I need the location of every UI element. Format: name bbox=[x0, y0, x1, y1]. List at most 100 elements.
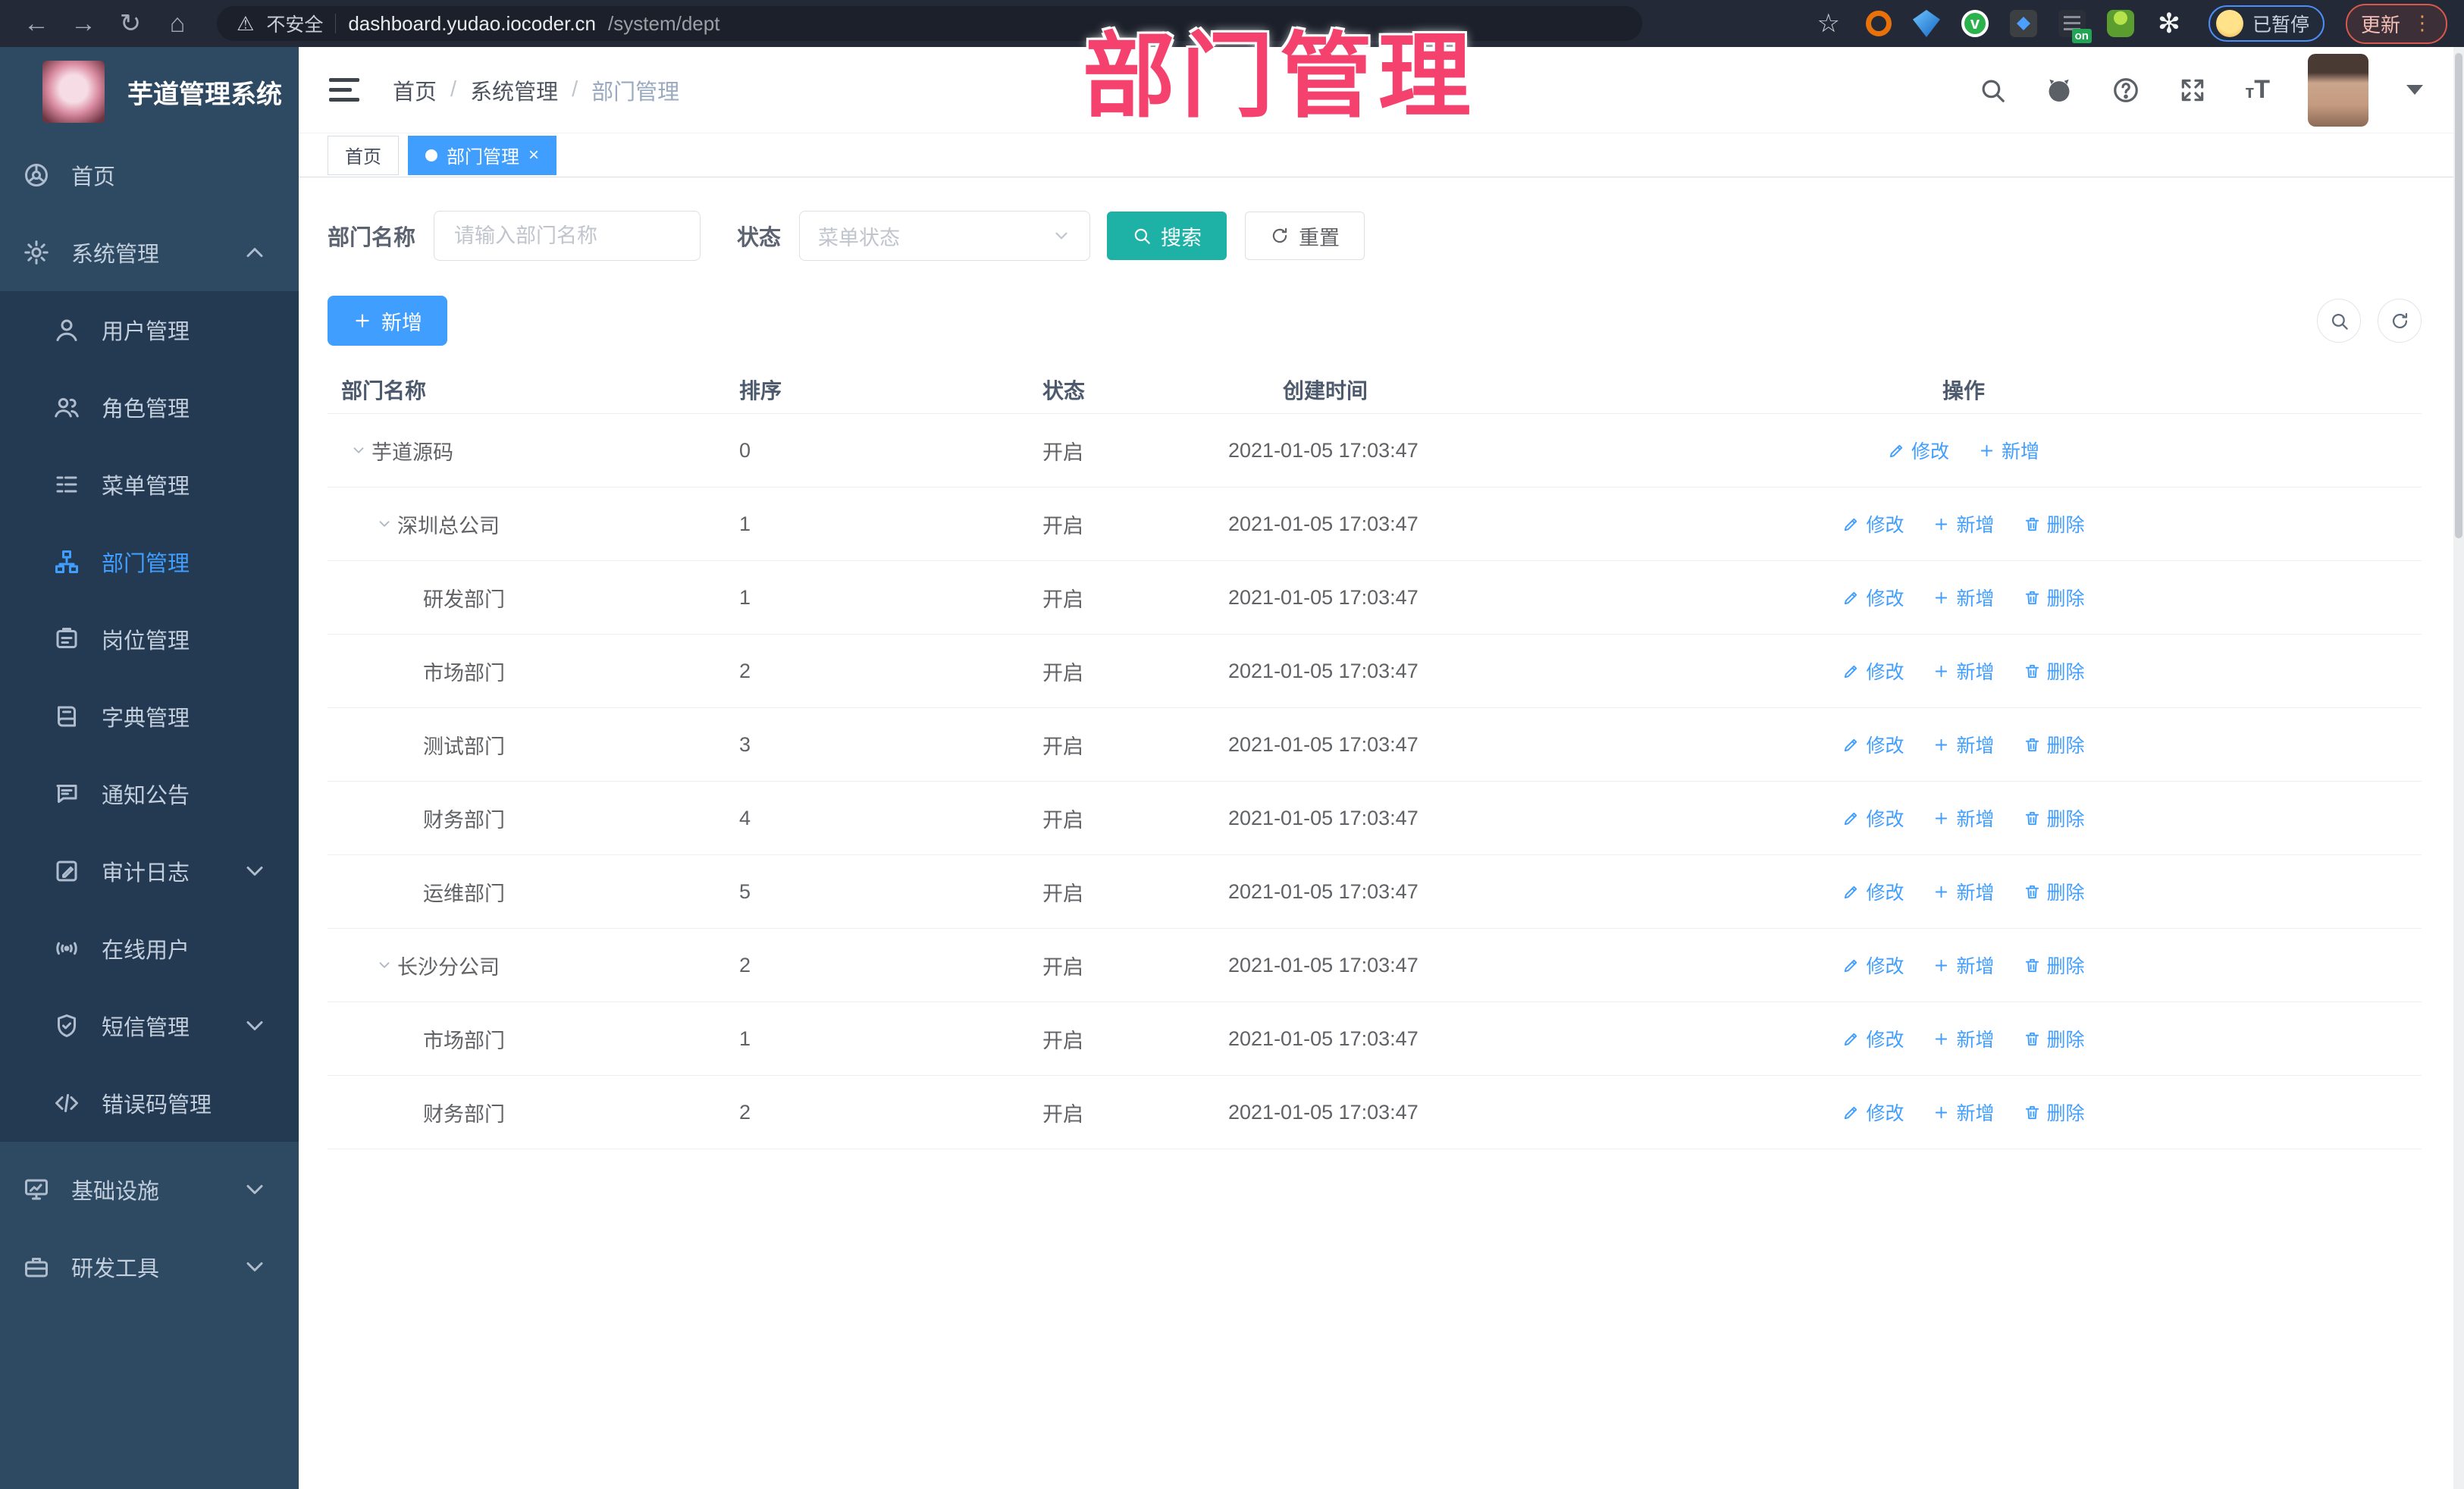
action-修改[interactable]: 修改 bbox=[1888, 437, 1949, 464]
forward-icon[interactable]: → bbox=[64, 9, 103, 39]
reload-icon[interactable]: ↻ bbox=[111, 8, 150, 39]
sidebar-item-dict[interactable]: 字典管理 bbox=[0, 678, 299, 755]
action-修改[interactable]: 修改 bbox=[1842, 951, 1904, 979]
help-icon[interactable] bbox=[2111, 76, 2140, 105]
extension-green-check-icon[interactable]: v bbox=[1961, 10, 1989, 37]
action-删除[interactable]: 删除 bbox=[2024, 878, 2085, 905]
sidebar-item-role[interactable]: 角色管理 bbox=[0, 368, 299, 446]
pencil-icon bbox=[1842, 516, 1860, 533]
column-header: 操作 bbox=[1942, 378, 1985, 403]
tab-首页[interactable]: 首页 bbox=[328, 135, 399, 175]
action-修改[interactable]: 修改 bbox=[1842, 1099, 1904, 1126]
action-新增[interactable]: 新增 bbox=[1933, 1099, 1995, 1126]
dept-name-input[interactable] bbox=[434, 211, 701, 261]
sidebar-item-infra[interactable]: 基础设施 bbox=[0, 1151, 299, 1228]
table-row: 市场部门 2 开启 2021-01-05 17:03:47 修改 新增 删除 bbox=[328, 635, 2422, 708]
action-修改[interactable]: 修改 bbox=[1842, 584, 1904, 611]
action-修改[interactable]: 修改 bbox=[1842, 804, 1904, 832]
table-row: 财务部门 4 开启 2021-01-05 17:03:47 修改 新增 删除 bbox=[328, 782, 2422, 855]
action-修改[interactable]: 修改 bbox=[1842, 1025, 1904, 1052]
font-size-icon[interactable]: тT bbox=[2245, 75, 2270, 105]
expand-arrow-icon[interactable] bbox=[371, 957, 397, 973]
table-header: 部门名称 排序 状态 创建时间 操作 bbox=[328, 365, 2422, 414]
action-删除[interactable]: 删除 bbox=[2024, 804, 2085, 832]
home-icon[interactable]: ⌂ bbox=[158, 9, 197, 39]
add-button-label: 新增 bbox=[381, 311, 422, 334]
extension-list-on-icon[interactable]: on bbox=[2058, 10, 2092, 43]
action-修改[interactable]: 修改 bbox=[1842, 657, 1904, 685]
sidebar-item-devtool[interactable]: 研发工具 bbox=[0, 1228, 299, 1306]
action-删除[interactable]: 删除 bbox=[2024, 584, 2085, 611]
breadcrumb-item[interactable]: 首页 bbox=[393, 74, 437, 106]
refresh-table-icon[interactable] bbox=[2378, 299, 2422, 343]
action-删除[interactable]: 删除 bbox=[2024, 1025, 2085, 1052]
bookmark-star-icon[interactable]: ☆ bbox=[1817, 8, 1839, 39]
reset-button[interactable]: 重置 bbox=[1245, 212, 1365, 260]
expand-arrow-icon[interactable] bbox=[371, 516, 397, 532]
sidebar-item-dept[interactable]: 部门管理 bbox=[0, 523, 299, 600]
extension-green-person-icon[interactable] bbox=[2106, 10, 2134, 37]
close-icon[interactable]: × bbox=[528, 146, 539, 165]
sidebar-item-notice[interactable]: 通知公告 bbox=[0, 755, 299, 832]
extension-orange-ring-icon[interactable] bbox=[1865, 11, 1892, 36]
pencil-icon bbox=[1842, 1104, 1860, 1121]
action-新增[interactable]: 新增 bbox=[1933, 1025, 1995, 1052]
action-删除[interactable]: 删除 bbox=[2024, 731, 2085, 758]
action-删除[interactable]: 删除 bbox=[2024, 510, 2085, 538]
action-修改[interactable]: 修改 bbox=[1842, 878, 1904, 905]
github-icon[interactable] bbox=[2045, 76, 2074, 105]
sidebar-item-label: 基础设施 bbox=[71, 1180, 160, 1204]
action-新增[interactable]: 新增 bbox=[1933, 804, 1995, 832]
sidebar-item-audit-log[interactable]: 审计日志 bbox=[0, 832, 299, 910]
sidebar-item-user[interactable]: 用户管理 bbox=[0, 291, 299, 368]
sidebar-item-post[interactable]: 岗位管理 bbox=[0, 600, 299, 678]
sidebar-item-errcode[interactable]: 错误码管理 bbox=[0, 1064, 299, 1142]
sidebar-item-online[interactable]: 在线用户 bbox=[0, 910, 299, 987]
status-select[interactable]: 菜单状态 bbox=[799, 211, 1091, 261]
breadcrumb-item[interactable]: 系统管理 bbox=[470, 74, 558, 106]
sidebar-item-home[interactable]: 首页 bbox=[0, 136, 299, 214]
divider bbox=[335, 14, 337, 33]
profile-chip[interactable]: 已暂停 bbox=[2208, 5, 2324, 42]
scrollbar-thumb[interactable] bbox=[2455, 53, 2462, 538]
extension-white-pinwheel-icon[interactable]: ✻ bbox=[2155, 8, 2183, 39]
action-新增[interactable]: 新增 bbox=[1933, 731, 1995, 758]
sidebar-item-system[interactable]: 系统管理 bbox=[0, 214, 299, 291]
trash-icon bbox=[2024, 810, 2041, 827]
sidebar-item-sms[interactable]: 短信管理 bbox=[0, 987, 299, 1064]
update-button[interactable]: 更新 ⋮ bbox=[2345, 3, 2447, 44]
extension-blue-puzzle-icon[interactable] bbox=[2009, 10, 2037, 37]
user-avatar[interactable] bbox=[2308, 53, 2368, 127]
action-修改[interactable]: 修改 bbox=[1842, 731, 1904, 758]
expand-arrow-icon[interactable] bbox=[346, 442, 371, 459]
sort-cell: 0 bbox=[739, 438, 751, 462]
action-删除[interactable]: 删除 bbox=[2024, 951, 2085, 979]
search-icon[interactable] bbox=[1978, 76, 2007, 105]
action-新增[interactable]: 新增 bbox=[1978, 437, 2039, 464]
logo-row[interactable]: 芋道管理系统 bbox=[0, 47, 299, 136]
sidebar-toggle-icon[interactable] bbox=[329, 77, 359, 102]
kebab-menu-icon[interactable]: ⋮ bbox=[2412, 14, 2432, 33]
search-button[interactable]: 搜索 bbox=[1107, 212, 1227, 260]
sidebar: 芋道管理系统 首页 系统管理 用户管理 角色管理菜单管理部门管理 岗位管理 字典管理 通知公… bbox=[0, 47, 299, 1489]
action-修改[interactable]: 修改 bbox=[1842, 510, 1904, 538]
action-新增[interactable]: 新增 bbox=[1933, 878, 1995, 905]
action-新增[interactable]: 新增 bbox=[1933, 951, 1995, 979]
chevron-down-icon[interactable] bbox=[2406, 85, 2423, 95]
fullscreen-icon[interactable] bbox=[2178, 76, 2207, 105]
action-删除[interactable]: 删除 bbox=[2024, 657, 2085, 685]
add-button[interactable]: 新增 bbox=[328, 296, 447, 346]
sidebar-item-label: 错误码管理 bbox=[102, 1093, 212, 1118]
action-新增[interactable]: 新增 bbox=[1933, 657, 1995, 685]
action-新增[interactable]: 新增 bbox=[1933, 510, 1995, 538]
sidebar-item-label: 菜单管理 bbox=[102, 475, 190, 499]
extension-blue-gem-icon[interactable] bbox=[1912, 10, 1940, 37]
action-新增[interactable]: 新增 bbox=[1933, 584, 1995, 611]
create-time-cell: 2021-01-05 17:03:47 bbox=[1228, 512, 1419, 535]
tab-部门管理[interactable]: 部门管理 × bbox=[408, 135, 557, 175]
sidebar-item-menu[interactable]: 菜单管理 bbox=[0, 446, 299, 523]
browser-scrollbar[interactable] bbox=[2453, 47, 2464, 1489]
action-删除[interactable]: 删除 bbox=[2024, 1099, 2085, 1126]
back-icon[interactable]: ← bbox=[17, 9, 56, 39]
toggle-search-icon[interactable] bbox=[2317, 299, 2361, 343]
